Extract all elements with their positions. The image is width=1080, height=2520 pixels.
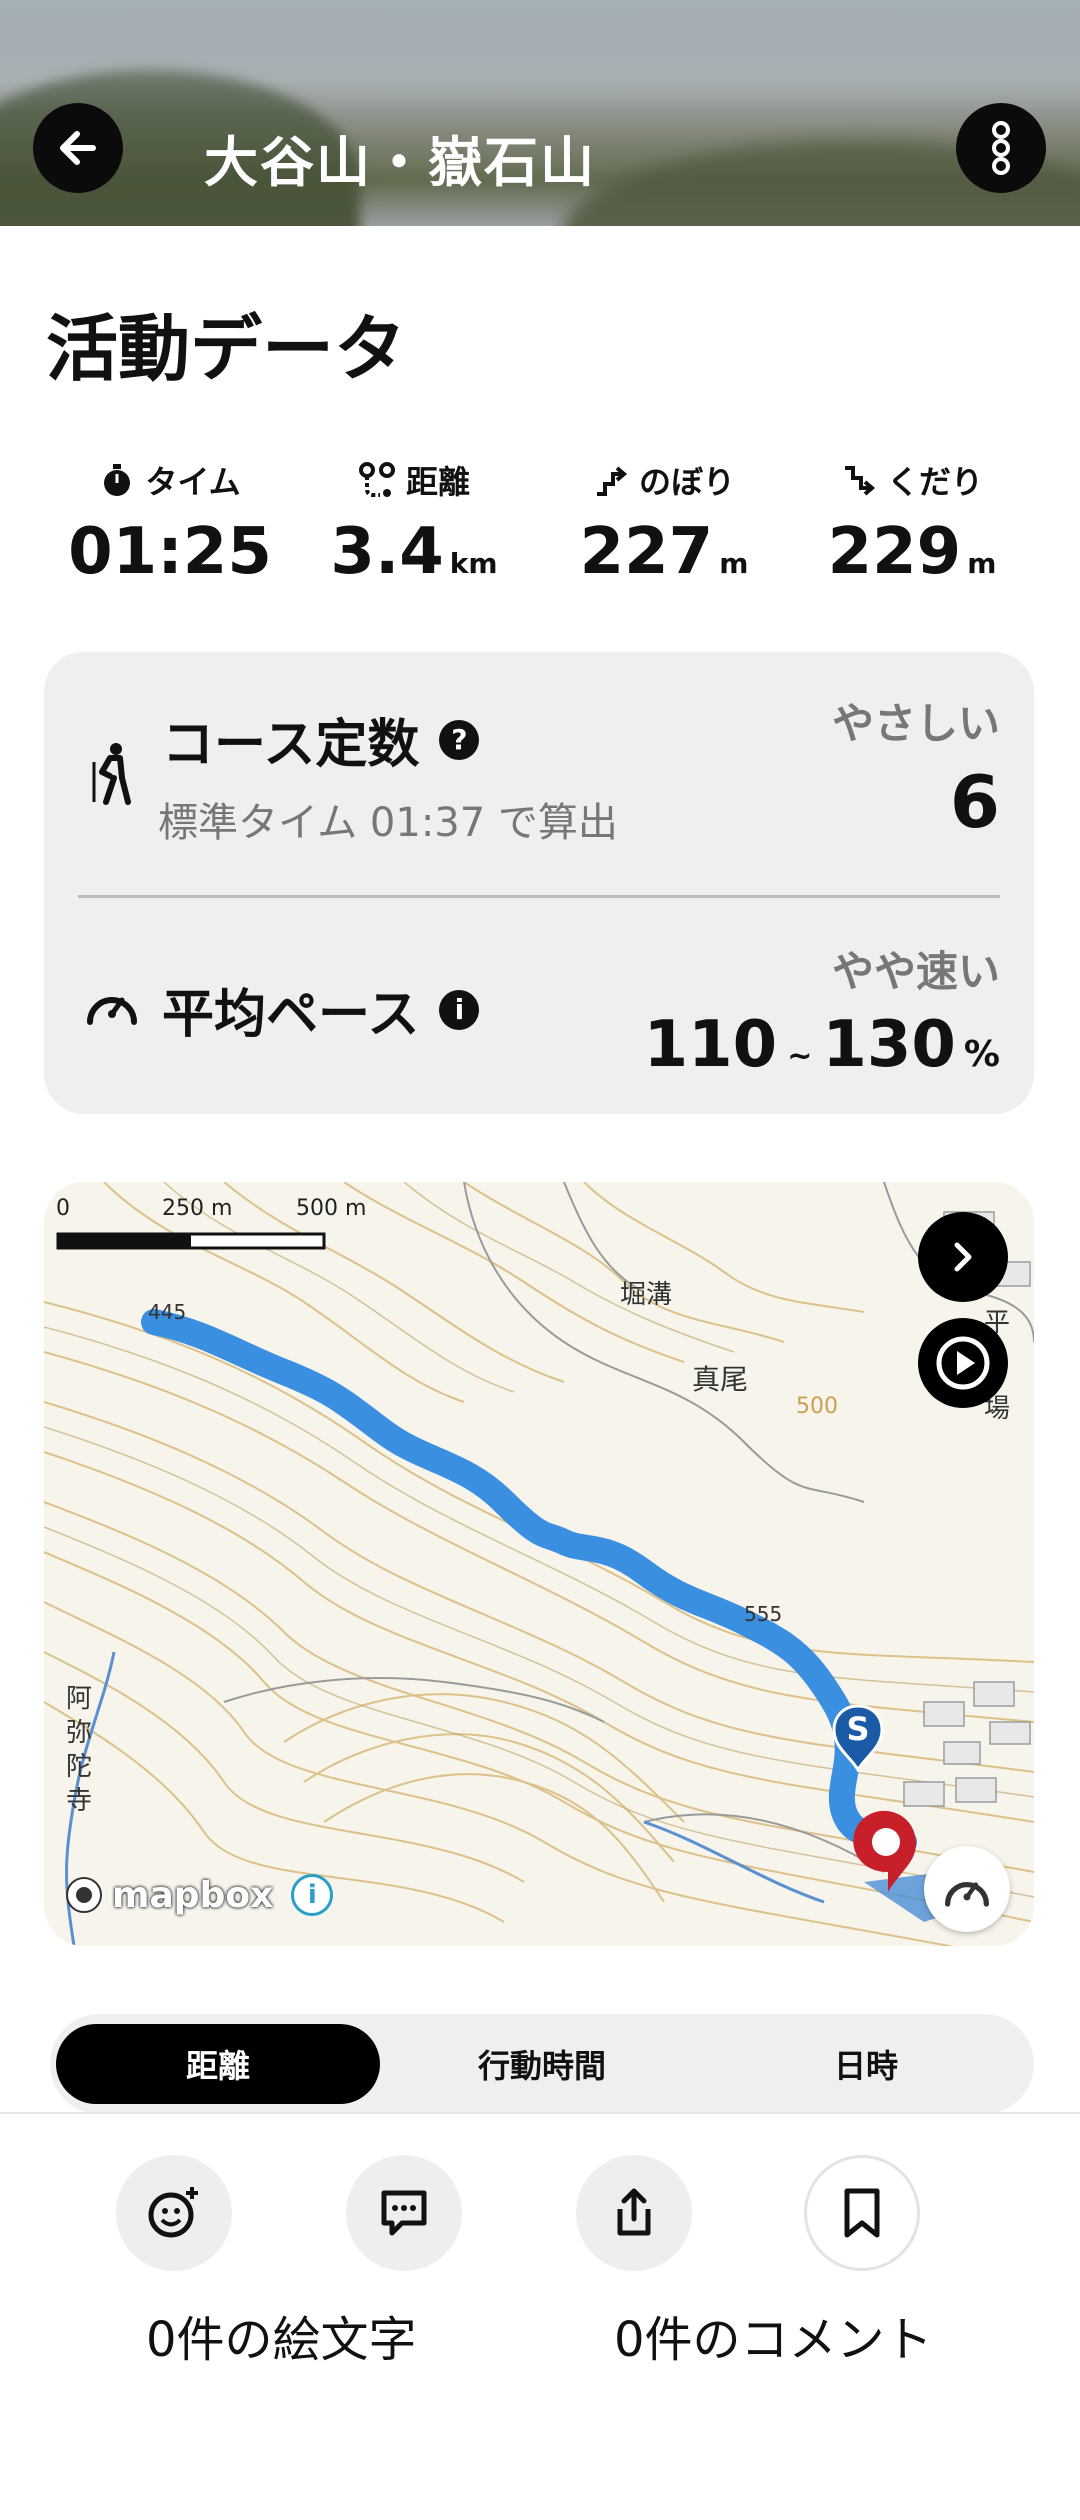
map-place-label: 堀溝 <box>620 1280 673 1310</box>
stat-unit: m <box>719 547 749 580</box>
map-expand-button[interactable] <box>918 1212 1008 1302</box>
route-map[interactable]: 0 250 m 500 m 堀溝 真尾 阿 弥 陀 寺 平 場 445 555 … <box>44 1182 1034 1946</box>
stat-label: 距離 <box>294 455 534 505</box>
tab-datetime[interactable]: 日時 <box>704 2024 1028 2104</box>
stat-value-number: 227 <box>579 515 714 589</box>
map-contour-label: 500 <box>796 1394 838 1419</box>
average-pace-title[interactable]: 平均ペース i <box>162 972 480 1047</box>
arrow-left-icon <box>60 131 96 165</box>
mapbox-logo-icon <box>66 1877 102 1913</box>
stat-value: 01:25 <box>50 515 290 589</box>
speedometer-icon <box>87 997 137 1025</box>
stat-label: タイム <box>50 455 290 505</box>
more-options-button[interactable] <box>956 103 1046 193</box>
section-title: 活動データ <box>46 307 407 391</box>
tab-moving-time[interactable]: 行動時間 <box>380 2024 704 2104</box>
stat-unit: km <box>449 547 498 580</box>
pace-tilde: ~ <box>787 1039 813 1074</box>
mapbox-attribution: mapbox i <box>64 1874 334 1916</box>
map-peak-label: 555 <box>744 1602 783 1626</box>
course-constant-title[interactable]: コース定数 ? <box>162 702 480 777</box>
pace-range: 110 ~130% <box>644 1008 1000 1082</box>
hiker-icon <box>92 743 131 805</box>
map-peak-label: 445 <box>148 1300 187 1324</box>
stat-value: 229 m <box>792 515 1032 589</box>
back-button[interactable] <box>33 103 123 193</box>
comment-button[interactable] <box>346 2155 462 2271</box>
info-icon[interactable]: i <box>291 1874 334 1916</box>
ascent-icon <box>596 466 628 496</box>
help-icon[interactable]: ? <box>439 719 480 760</box>
map-place-label: 阿 <box>66 1684 93 1714</box>
scale-label-250: 250 m <box>162 1196 233 1221</box>
bottom-action-bar: 0件の絵文字 0件のコメント <box>0 2112 1080 2520</box>
share-icon <box>617 2188 651 2236</box>
share-button[interactable] <box>576 2155 692 2271</box>
stat-descent: くだり 229 m <box>792 455 1032 589</box>
chart-axis-tabs: 距離 行動時間 日時 <box>50 2014 1034 2114</box>
stat-label-text: 距離 <box>405 463 470 501</box>
course-constant-label: コース定数 <box>162 715 420 775</box>
add-emoji-icon <box>148 2187 198 2238</box>
course-pace-card: コース定数 ? 標準タイム 01:37 で算出 やさしい 6 平均ペース i や… <box>44 652 1034 1114</box>
mapbox-logo-text: mapbox <box>112 1874 274 1916</box>
pace-unit: % <box>963 1034 1000 1075</box>
pace-min: 110 <box>643 1008 778 1082</box>
scale-label-0: 0 <box>56 1196 70 1221</box>
stat-value: 227 m <box>544 515 784 589</box>
course-standard-time: 標準タイム 01:37 で算出 <box>158 800 618 846</box>
start-marker-label: S <box>846 1710 870 1748</box>
stat-label: のぼり <box>544 455 784 505</box>
map-place-label: 陀 <box>66 1752 93 1782</box>
header: 大谷山・嶽石山 <box>0 0 1080 226</box>
route-icon <box>358 462 395 497</box>
stat-label-text: のぼり <box>638 463 735 501</box>
stat-time: タイム 01:25 <box>50 455 290 589</box>
topo-map-base <box>44 1182 1034 1946</box>
average-pace-label: 平均ペース <box>162 985 420 1045</box>
start-marker[interactable]: S <box>830 1702 886 1772</box>
page-title: 大谷山・嶽石山 <box>204 131 596 194</box>
map-place-label: 真尾 <box>692 1363 749 1396</box>
route-playback-button[interactable] <box>918 1318 1008 1408</box>
emoji-count-text: 0件の絵文字 <box>146 2312 417 2368</box>
divider <box>78 895 1000 898</box>
stat-label: くだり <box>792 455 1032 505</box>
more-vertical-icon <box>992 121 1010 175</box>
comment-count-text: 0件のコメント <box>614 2312 933 2368</box>
descent-icon <box>844 466 876 496</box>
bookmark-button[interactable] <box>804 2155 920 2271</box>
speedometer-icon <box>945 1882 989 1907</box>
stat-unit: m <box>967 547 997 580</box>
stat-value-number: 3.4 <box>330 515 444 589</box>
add-emoji-button[interactable] <box>116 2155 232 2271</box>
stat-label-text: タイム <box>145 463 241 501</box>
info-icon[interactable]: i <box>439 989 480 1030</box>
stat-value-number: 01:25 <box>68 515 272 589</box>
stat-label-text: くだり <box>886 463 983 501</box>
stat-distance: 距離 3.4 km <box>294 455 534 589</box>
comment-icon <box>381 2190 427 2236</box>
stat-value-number: 229 <box>827 515 962 589</box>
stat-ascent: のぼり 227 m <box>544 455 784 589</box>
tab-distance[interactable]: 距離 <box>56 2024 380 2104</box>
stopwatch-icon <box>104 464 131 496</box>
course-constant-value: 6 <box>949 760 1000 844</box>
pace-level: やや速い <box>831 947 1000 996</box>
map-place-label: 弥 <box>66 1718 93 1748</box>
stat-value: 3.4 km <box>294 515 534 589</box>
chevron-right-icon <box>954 1242 972 1272</box>
pace-map-toggle-button[interactable] <box>924 1846 1010 1932</box>
map-place-label: 寺 <box>66 1786 93 1816</box>
bookmark-icon <box>844 2188 880 2238</box>
scale-label-500: 500 m <box>296 1196 367 1221</box>
pace-max: 130 <box>822 1008 956 1082</box>
course-difficulty: やさしい <box>831 699 1000 748</box>
play-circle-icon <box>936 1336 990 1390</box>
